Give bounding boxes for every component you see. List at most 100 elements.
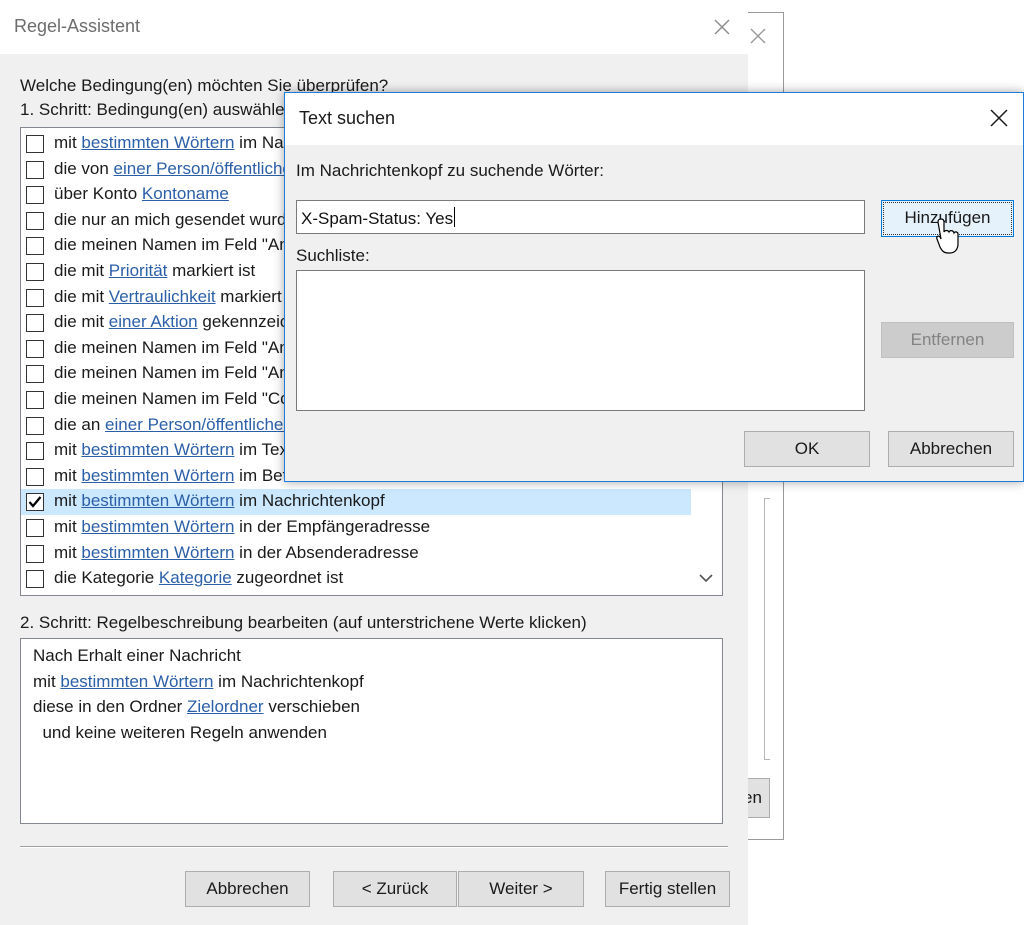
description-line: Nach Erhalt einer Nachricht xyxy=(33,646,241,666)
chevron-down-icon[interactable] xyxy=(694,566,718,590)
condition-text-pre: über Konto xyxy=(54,184,142,204)
condition-text-pre: die mit xyxy=(54,261,109,280)
condition-text: die Kategorie Kategorie zugeordnet ist xyxy=(54,568,343,588)
condition-text-post: in der Empfängeradresse xyxy=(234,517,431,536)
condition-text-pre: mit xyxy=(54,491,82,511)
condition-text: mit bestimmten Wörtern in der Absenderad… xyxy=(54,543,419,563)
condition-checkbox[interactable] xyxy=(26,263,44,281)
description-text-post: im Nachrichtenkopf xyxy=(213,671,364,691)
condition-text-pre: die mit xyxy=(54,312,109,332)
description-text-pre: Nach Erhalt einer Nachricht xyxy=(33,646,241,665)
condition-link[interactable]: Kontoname xyxy=(142,184,229,203)
condition-checkbox[interactable] xyxy=(26,186,44,205)
dialog-cancel-button[interactable]: Abbrechen xyxy=(888,431,1014,467)
description-line: diese in den Ordner Zielordner verschieb… xyxy=(33,697,360,717)
condition-text: die mit Priorität markiert ist xyxy=(54,261,255,281)
description-text-pre: diese in den Ordner xyxy=(33,697,188,716)
condition-checkbox[interactable] xyxy=(26,416,44,435)
description-text-post: verschieben xyxy=(263,697,360,716)
condition-text-pre: mit xyxy=(54,517,82,536)
description-text-pre: mit xyxy=(33,671,61,691)
description-link[interactable]: bestimmten Wörtern xyxy=(60,672,213,691)
description-line: mit bestimmten Wörtern im Nachrichtenkop… xyxy=(33,672,364,692)
condition-checkbox[interactable] xyxy=(26,314,44,333)
condition-link[interactable]: Priorität xyxy=(109,261,168,280)
condition-checkbox[interactable] xyxy=(26,519,44,537)
mouse-pointer-icon xyxy=(936,218,962,256)
condition-checkbox[interactable] xyxy=(26,544,44,563)
step2-label: 2. Schritt: Regelbeschreibung bearbeiten… xyxy=(20,613,587,632)
wizard-titlebar: Regel-Assistent xyxy=(0,0,748,54)
condition-text-pre: mit xyxy=(54,133,82,152)
condition-item[interactable]: mit bestimmten Wörtern in der Empfängera… xyxy=(21,515,691,541)
remove-button[interactable]: Entfernen xyxy=(881,322,1014,358)
condition-item[interactable]: mit bestimmten Wörtern im Nachrichtenkop… xyxy=(21,489,691,515)
condition-text: über Konto Kontoname xyxy=(54,184,229,204)
condition-text-pre: mit xyxy=(54,542,82,562)
close-icon[interactable] xyxy=(712,17,732,37)
condition-checkbox[interactable] xyxy=(26,237,44,256)
condition-link[interactable]: Kategorie xyxy=(159,568,232,587)
condition-text-post: im Nachrichtenkopf xyxy=(234,491,385,511)
condition-text-post: markiert ist xyxy=(167,261,256,280)
search-text-dialog: Text suchen Im Nachrichtenkopf zu suchen… xyxy=(284,92,1024,482)
condition-text: mit bestimmten Wörtern im Nachrichtenkop… xyxy=(54,491,385,511)
condition-text-pre: die mit xyxy=(54,286,109,306)
dialog-title: Text suchen xyxy=(299,108,396,128)
description-text-pre: und keine weiteren Regeln anwenden xyxy=(33,722,327,742)
input-label: Im Nachrichtenkopf zu suchende Wörter: xyxy=(296,161,605,180)
condition-checkbox[interactable] xyxy=(26,442,44,461)
condition-item[interactable]: die Kategorie Kategorie zugeordnet ist xyxy=(21,566,691,592)
condition-link[interactable]: bestimmten Wörtern xyxy=(81,517,234,536)
condition-link[interactable]: bestimmten Wörtern xyxy=(81,440,234,459)
condition-checkbox[interactable] xyxy=(26,211,44,230)
condition-link[interactable]: Vertraulichkeit xyxy=(109,287,216,306)
condition-checkbox[interactable] xyxy=(26,391,44,409)
divider xyxy=(20,846,728,848)
wizard-cancel-button[interactable]: Abbrechen xyxy=(185,871,310,907)
condition-link[interactable]: bestimmten Wörtern xyxy=(81,466,234,485)
condition-text: die nur an mich gesendet wurde xyxy=(54,210,296,230)
condition-text: mit bestimmten Wörtern im Text xyxy=(54,440,293,460)
text-caret xyxy=(454,207,456,227)
description-link[interactable]: Zielordner xyxy=(187,697,264,716)
condition-text-pre: die von xyxy=(54,158,114,178)
condition-text-pre: die nur an mich gesendet wurde xyxy=(54,209,296,229)
condition-link[interactable]: bestimmten Wörtern xyxy=(81,491,234,510)
search-words-input[interactable]: X-Spam-Status: Yes xyxy=(296,200,865,234)
wizard-title: Regel-Assistent xyxy=(14,16,141,36)
search-list[interactable] xyxy=(296,270,865,411)
condition-checkbox[interactable] xyxy=(26,288,44,307)
back-button[interactable]: < Zurück xyxy=(333,871,457,907)
condition-text-post: zugeordnet ist xyxy=(231,568,344,588)
condition-text-pre: die Kategorie xyxy=(54,568,159,588)
condition-link[interactable]: einer Aktion xyxy=(109,312,198,331)
condition-checkbox[interactable] xyxy=(26,135,44,153)
next-button[interactable]: Weiter > xyxy=(458,871,584,907)
background-list-box xyxy=(764,498,770,760)
background-close-icon[interactable] xyxy=(748,26,768,46)
step1-label: 1. Schritt: Bedingung(en) auswählen xyxy=(20,100,295,119)
condition-checkbox[interactable] xyxy=(26,365,44,384)
description-line: und keine weiteren Regeln anwenden xyxy=(33,723,327,743)
condition-text-pre: die an xyxy=(54,414,106,434)
condition-text-pre: mit xyxy=(54,440,82,460)
dialog-titlebar: Text suchen xyxy=(285,93,1023,145)
condition-link[interactable]: bestimmten Wörtern xyxy=(81,133,234,152)
condition-text-pre: mit xyxy=(54,465,82,485)
condition-text: die mit Vertraulichkeit markiert ist xyxy=(54,287,303,307)
search-words-value: X-Spam-Status: Yes xyxy=(301,209,454,228)
condition-text-post: in der Absenderadresse xyxy=(234,542,419,562)
search-list-label: Suchliste: xyxy=(296,246,370,265)
ok-button[interactable]: OK xyxy=(744,431,870,467)
condition-link[interactable]: bestimmten Wörtern xyxy=(81,543,234,562)
condition-checkbox[interactable] xyxy=(26,493,44,512)
rule-description-box: Nach Erhalt einer Nachricht mit bestimmte… xyxy=(20,638,723,824)
condition-checkbox[interactable] xyxy=(26,467,44,486)
condition-checkbox[interactable] xyxy=(26,160,44,179)
finish-button[interactable]: Fertig stellen xyxy=(605,871,730,907)
condition-item[interactable]: mit bestimmten Wörtern in der Absenderad… xyxy=(21,541,691,567)
close-icon[interactable] xyxy=(989,108,1009,128)
condition-checkbox[interactable] xyxy=(26,570,44,589)
condition-checkbox[interactable] xyxy=(26,339,44,358)
